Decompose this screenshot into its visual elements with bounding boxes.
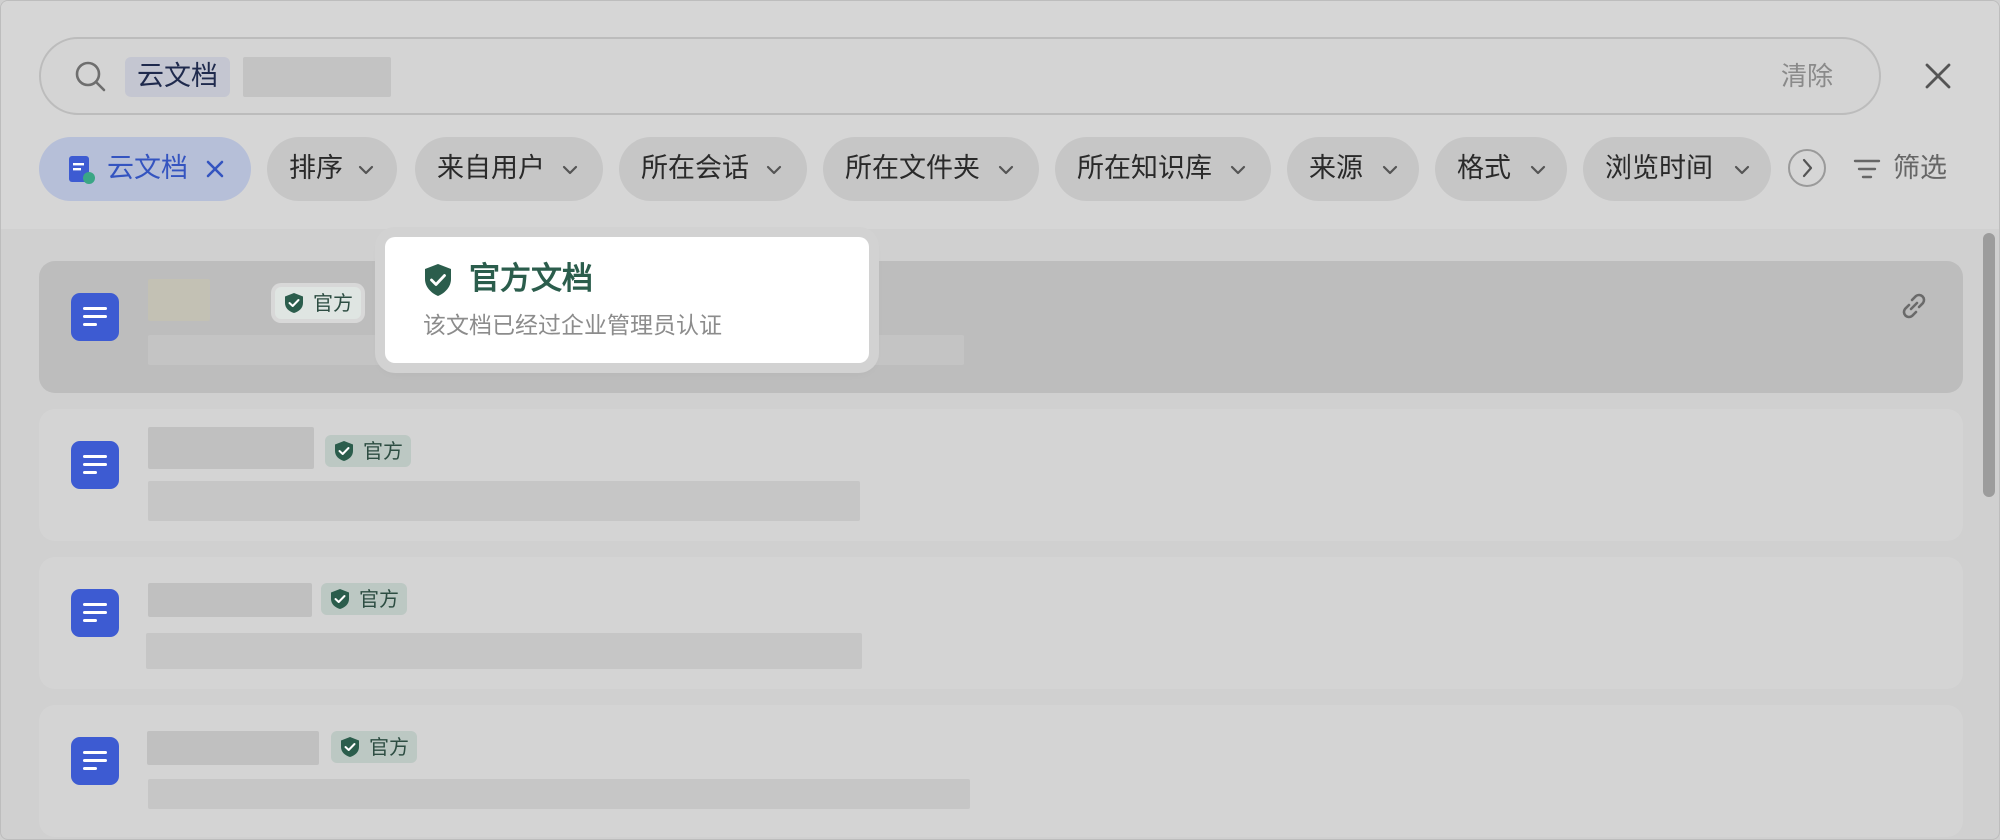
scroll-chips-right-button[interactable] bbox=[1788, 149, 1826, 187]
doc-icon bbox=[71, 737, 119, 785]
result-row[interactable]: 官方 bbox=[39, 557, 1963, 689]
chip-label: 所在知识库 bbox=[1077, 153, 1212, 184]
redacted-title bbox=[148, 279, 210, 321]
chip-label: 云文档 bbox=[107, 153, 188, 184]
filter-button[interactable]: 筛选 bbox=[1853, 137, 1947, 201]
redacted-query-text bbox=[243, 57, 391, 97]
doc-icon bbox=[71, 293, 119, 341]
search-query-token[interactable]: 云文档 bbox=[125, 57, 230, 97]
search-panel: 云文档 清除 云文档 排序 来自用户 所在会话 所在文件夹 所在知识库 来源 格… bbox=[0, 0, 2000, 840]
official-badge[interactable]: 官方 bbox=[321, 583, 407, 615]
chevron-down-icon bbox=[1382, 165, 1398, 175]
chip-from-user[interactable]: 来自用户 bbox=[415, 137, 603, 201]
result-row[interactable]: 官方 bbox=[39, 261, 1963, 393]
search-icon bbox=[75, 61, 106, 92]
tooltip-description: 该文档已经过企业管理员认证 bbox=[423, 313, 722, 339]
chip-label: 排序 bbox=[289, 153, 343, 184]
chip-in-wiki[interactable]: 所在知识库 bbox=[1055, 137, 1271, 201]
chip-format[interactable]: 格式 bbox=[1435, 137, 1567, 201]
chevron-down-icon bbox=[766, 165, 782, 175]
redacted-title bbox=[148, 583, 312, 617]
filter-icon bbox=[1853, 159, 1881, 179]
chip-source[interactable]: 来源 bbox=[1287, 137, 1419, 201]
chevron-right-icon bbox=[1802, 158, 1813, 178]
redacted-snippet bbox=[146, 633, 862, 669]
tooltip-title: 官方文档 bbox=[469, 261, 593, 297]
chip-doc-type-active[interactable]: 云文档 bbox=[39, 137, 251, 201]
chevron-down-icon bbox=[1530, 165, 1546, 175]
result-list: 官方 官方 官方 官方 bbox=[1, 229, 1999, 839]
doc-icon bbox=[71, 441, 119, 489]
official-badge[interactable]: 官方 bbox=[331, 731, 417, 763]
doc-type-icon bbox=[69, 156, 95, 184]
shield-check-icon bbox=[425, 264, 451, 296]
doc-icon bbox=[71, 589, 119, 637]
clear-button[interactable]: 清除 bbox=[1781, 55, 1833, 99]
chip-label: 来自用户 bbox=[437, 153, 545, 184]
scrollbar-thumb[interactable] bbox=[1983, 233, 1995, 497]
search-input[interactable]: 云文档 清除 bbox=[39, 37, 1881, 115]
shield-check-icon bbox=[285, 293, 303, 313]
close-icon[interactable] bbox=[1919, 57, 1957, 95]
official-doc-tooltip: 官方文档 该文档已经过企业管理员认证 bbox=[385, 237, 869, 363]
shield-check-icon bbox=[335, 441, 353, 461]
official-badge[interactable]: 官方 bbox=[275, 287, 361, 319]
chevron-down-icon bbox=[358, 165, 374, 175]
chevron-down-icon bbox=[1734, 165, 1750, 175]
chevron-down-icon bbox=[1230, 165, 1246, 175]
official-badge[interactable]: 官方 bbox=[325, 435, 411, 467]
badge-label: 官方 bbox=[369, 735, 409, 759]
chip-in-chat[interactable]: 所在会话 bbox=[619, 137, 807, 201]
redacted-snippet bbox=[148, 779, 970, 809]
chip-label: 格式 bbox=[1457, 153, 1511, 184]
chevron-down-icon bbox=[998, 165, 1014, 175]
badge-label: 官方 bbox=[359, 587, 399, 611]
link-icon[interactable] bbox=[1895, 287, 1933, 325]
remove-chip-icon[interactable] bbox=[205, 159, 225, 179]
chip-label: 来源 bbox=[1309, 153, 1363, 184]
chip-in-folder[interactable]: 所在文件夹 bbox=[823, 137, 1039, 201]
result-row[interactable]: 官方 bbox=[39, 409, 1963, 541]
chip-label: 所在会话 bbox=[641, 153, 749, 184]
redacted-snippet bbox=[148, 481, 860, 521]
result-row[interactable]: 官方 bbox=[39, 705, 1963, 837]
redacted-title bbox=[147, 731, 319, 765]
chevron-down-icon bbox=[562, 165, 578, 175]
shield-check-icon bbox=[341, 737, 359, 757]
chip-sort[interactable]: 排序 bbox=[267, 137, 397, 201]
chip-label: 浏览时间 bbox=[1605, 153, 1713, 184]
search-header: 云文档 清除 云文档 排序 来自用户 所在会话 所在文件夹 所在知识库 来源 格… bbox=[1, 1, 1999, 229]
filter-label: 筛选 bbox=[1893, 153, 1947, 184]
chip-browse-time[interactable]: 浏览时间 bbox=[1583, 137, 1771, 201]
badge-label: 官方 bbox=[313, 291, 353, 315]
badge-label: 官方 bbox=[363, 439, 403, 463]
chip-label: 所在文件夹 bbox=[845, 153, 980, 184]
redacted-title bbox=[148, 427, 314, 469]
shield-check-icon bbox=[331, 589, 349, 609]
